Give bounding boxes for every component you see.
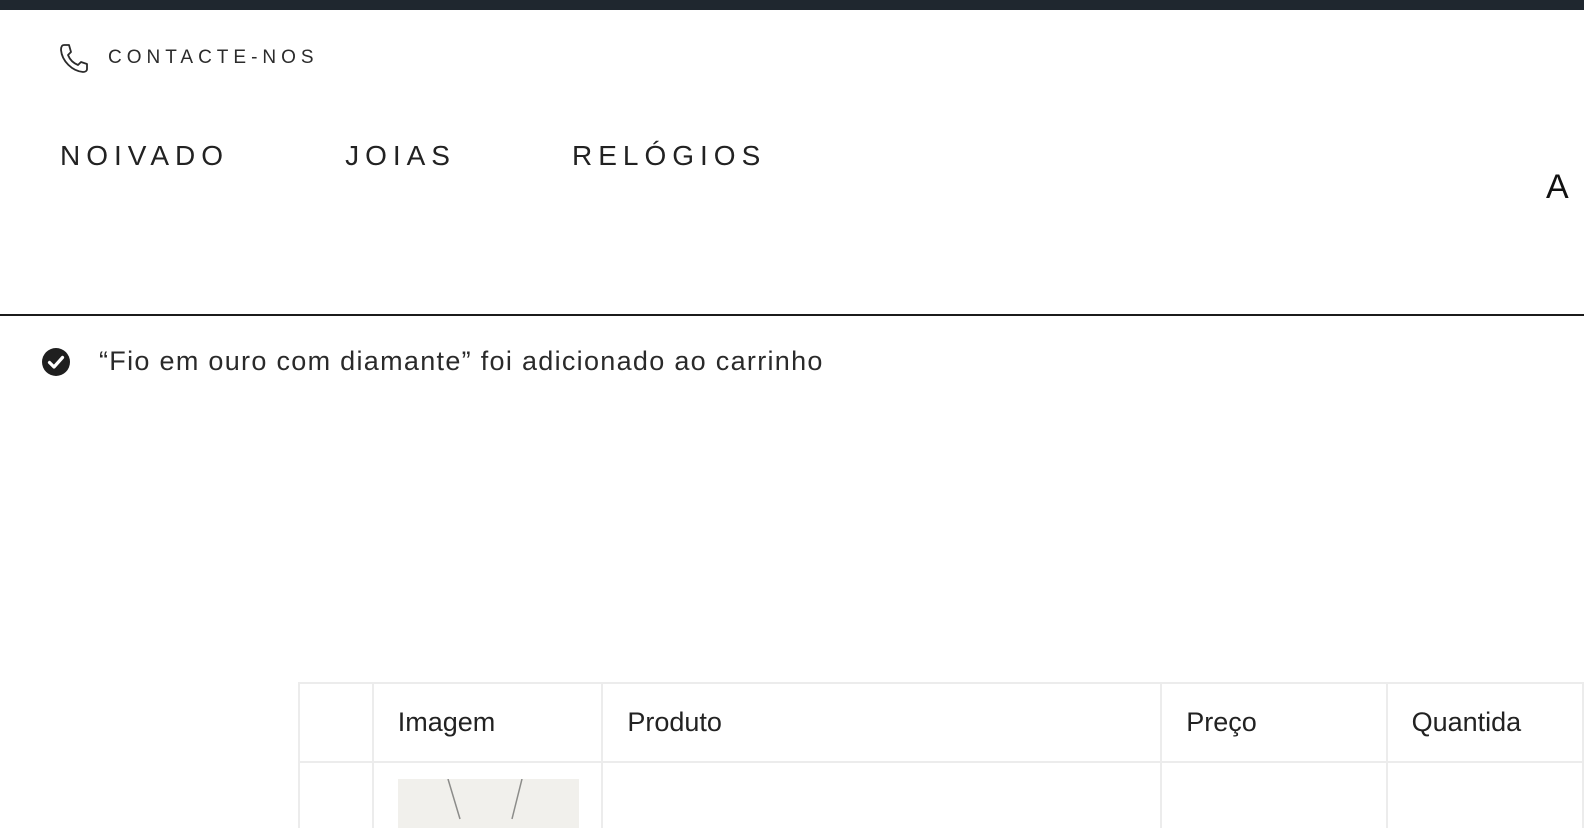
- notice-message: “Fio em ouro com diamante” foi adicionad…: [99, 346, 824, 376]
- main-nav: NOIVADO JOIAS RELÓGIOS: [60, 140, 882, 172]
- column-header-remove: [298, 682, 374, 763]
- nav-item-joias[interactable]: JOIAS: [345, 140, 456, 172]
- check-circle-icon: [41, 347, 71, 377]
- table-header-row: Imagem Produto Preço Quantida: [298, 682, 1584, 763]
- page: CONTACTE-NOS NOIVADO JOIAS RELÓGIOS A “F…: [0, 0, 1584, 828]
- contact-link[interactable]: CONTACTE-NOS: [58, 40, 319, 76]
- phone-icon: [58, 42, 88, 74]
- column-header-price: Preço: [1160, 682, 1388, 763]
- necklace-thumbnail[interactable]: [397, 779, 579, 828]
- nav-item-noivado[interactable]: NOIVADO: [60, 140, 229, 172]
- cart-table: Imagem Produto Preço Quantida: [298, 682, 1584, 828]
- column-header-image: Imagem: [371, 682, 604, 763]
- image-cell: [371, 761, 604, 828]
- nav-item-partial[interactable]: A: [1546, 168, 1571, 207]
- nav-item-relogios[interactable]: RELÓGIOS: [572, 140, 766, 172]
- column-header-product: Produto: [601, 682, 1163, 763]
- header-divider: [0, 314, 1584, 316]
- quantity-cell: [1385, 761, 1584, 828]
- price-cell: [1160, 761, 1388, 828]
- cart-notice: “Fio em ouro com diamante” foi adicionad…: [41, 346, 824, 377]
- top-bar: [0, 0, 1584, 10]
- product-cell: [601, 761, 1163, 828]
- contact-label: CONTACTE-NOS: [108, 47, 319, 68]
- remove-cell: [298, 761, 374, 828]
- column-header-quantity: Quantida: [1385, 682, 1584, 763]
- table-row: [298, 761, 1584, 828]
